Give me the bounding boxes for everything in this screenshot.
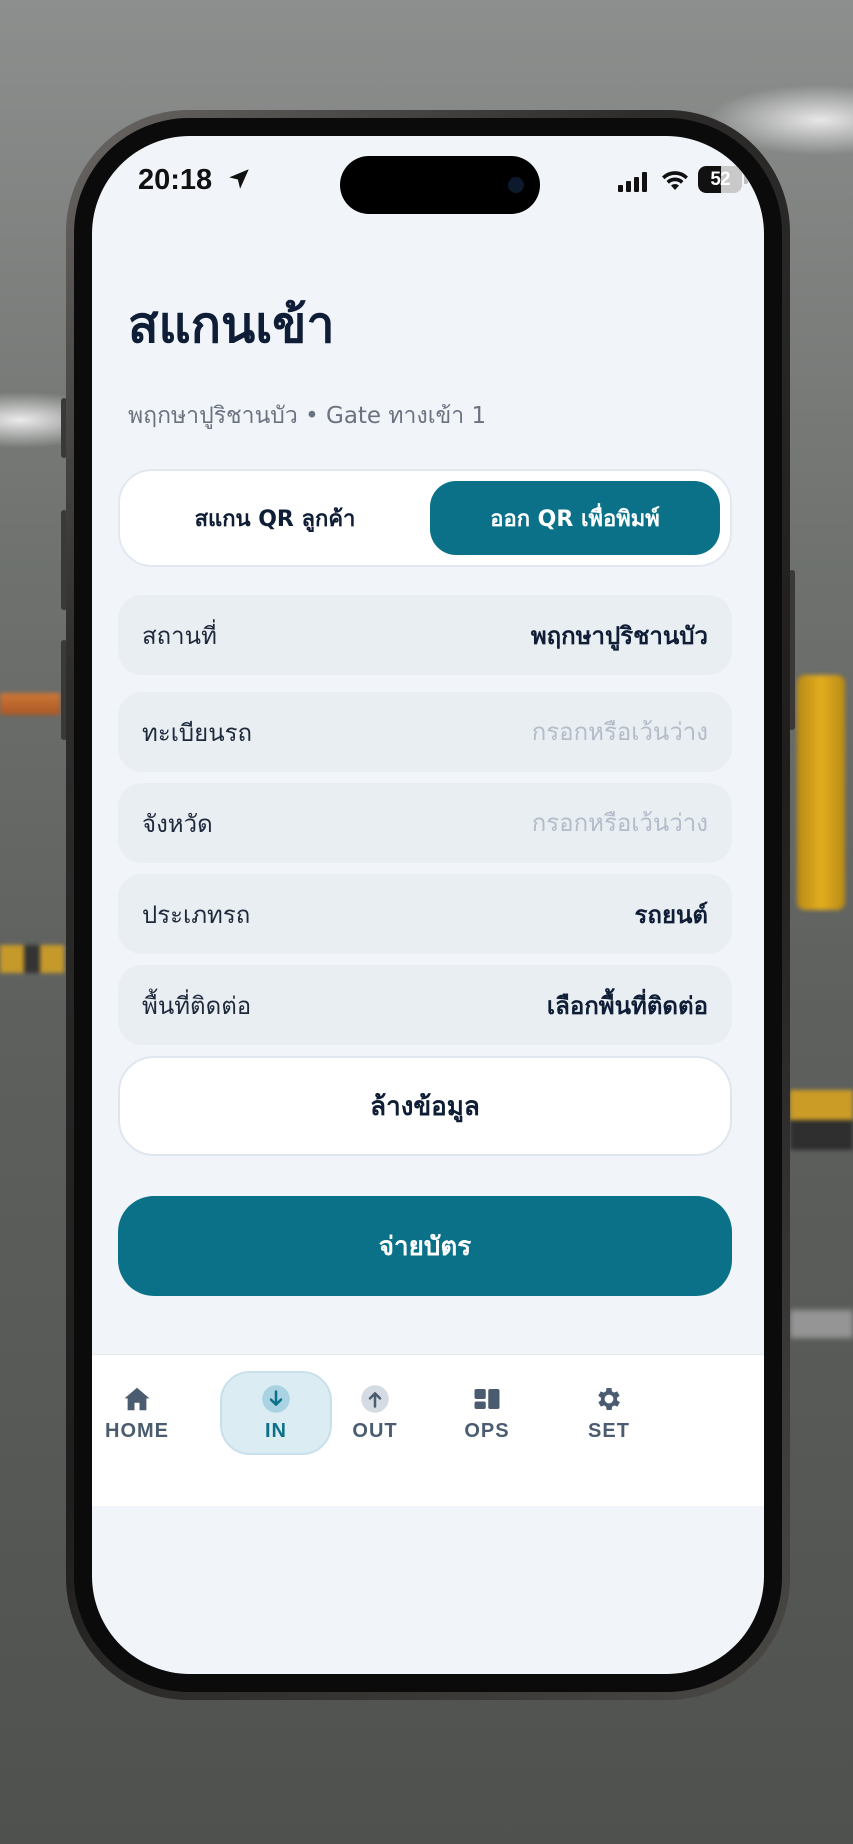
clear-button[interactable]: ล้างข้อมูล xyxy=(118,1056,732,1156)
background-pillar xyxy=(797,675,845,910)
nav-home-label: HOME xyxy=(105,1419,169,1442)
contact-area-select[interactable]: พื้นที่ติดต่อ เลือกพื้นที่ติดต่อ xyxy=(118,965,732,1045)
background-stripe xyxy=(0,945,64,973)
background-floor-line xyxy=(790,1310,853,1338)
nav-set[interactable]: SET xyxy=(554,1373,664,1453)
vehicle-type-value: รถยนต์ xyxy=(634,900,708,929)
plate-input[interactable] xyxy=(468,718,708,746)
issue-ticket-button[interactable]: จ่ายบัตร xyxy=(118,1196,732,1296)
gear-icon xyxy=(594,1384,624,1414)
vehicle-type-label: ประเภทรถ xyxy=(142,900,251,929)
background-barrier xyxy=(0,693,60,715)
location-label: สถานที่ xyxy=(142,621,217,650)
status-time: 20:18 xyxy=(138,164,213,196)
location-value: พฤกษาปูริชานบัว xyxy=(530,621,708,650)
phone-bezel: 20:18 52 สแกนเข้า พฤกษาปูริชานบัว • Gate… xyxy=(74,118,782,1692)
nav-out[interactable]: OUT xyxy=(320,1373,430,1453)
page-title: สแกนเข้า xyxy=(128,296,335,354)
home-icon xyxy=(122,1384,152,1414)
nav-out-label: OUT xyxy=(352,1419,398,1442)
app-screen: 20:18 52 สแกนเข้า พฤกษาปูริชานบัว • Gate… xyxy=(92,136,764,1674)
battery-nub xyxy=(744,174,748,184)
phone-frame: 20:18 52 สแกนเข้า พฤกษาปูริชานบัว • Gate… xyxy=(66,110,790,1700)
mode-toggle: สแกน QR ลูกค้า ออก QR เพื่อพิมพ์ xyxy=(118,469,732,567)
nav-home[interactable]: HOME xyxy=(92,1373,192,1453)
location-field[interactable]: สถานที่ พฤกษาปูริชานบัว xyxy=(118,595,732,675)
page-subtitle: พฤกษาปูริชานบัว • Gate ทางเข้า 1 xyxy=(128,403,487,429)
province-label: จังหวัด xyxy=(142,809,213,838)
issue-print-qr-tab[interactable]: ออก QR เพื่อพิมพ์ xyxy=(430,481,720,555)
cellular-signal-icon xyxy=(618,172,647,192)
nav-ops[interactable]: OPS xyxy=(432,1373,542,1453)
wifi-icon xyxy=(662,171,688,190)
scan-customer-qr-tab[interactable]: สแกน QR ลูกค้า xyxy=(130,481,420,555)
battery-icon: 52 xyxy=(698,166,742,193)
nav-set-label: SET xyxy=(588,1419,630,1442)
province-input[interactable] xyxy=(468,809,708,837)
location-arrow-icon xyxy=(229,169,249,189)
vehicle-type-select[interactable]: ประเภทรถ รถยนต์ xyxy=(118,874,732,954)
camera-dot xyxy=(508,177,524,193)
nav-in-label: IN xyxy=(265,1419,287,1442)
plate-label: ทะเบียนรถ xyxy=(142,718,253,747)
dashboard-icon xyxy=(472,1384,502,1414)
battery-percent: 52 xyxy=(710,168,730,190)
arrow-up-circle-icon xyxy=(360,1384,390,1414)
nav-ops-label: OPS xyxy=(464,1419,510,1442)
status-bar: 20:18 52 xyxy=(92,136,764,232)
nav-in[interactable]: IN xyxy=(220,1371,332,1455)
bottom-nav: HOME IN OUT OPS SET xyxy=(92,1354,764,1506)
plate-field: ทะเบียนรถ xyxy=(118,692,732,772)
province-field: จังหวัด xyxy=(118,783,732,863)
contact-area-label: พื้นที่ติดต่อ xyxy=(142,991,252,1020)
background-stripe xyxy=(790,1090,853,1150)
contact-area-value: เลือกพื้นที่ติดต่อ xyxy=(546,991,708,1020)
arrow-down-circle-icon xyxy=(261,1384,291,1414)
